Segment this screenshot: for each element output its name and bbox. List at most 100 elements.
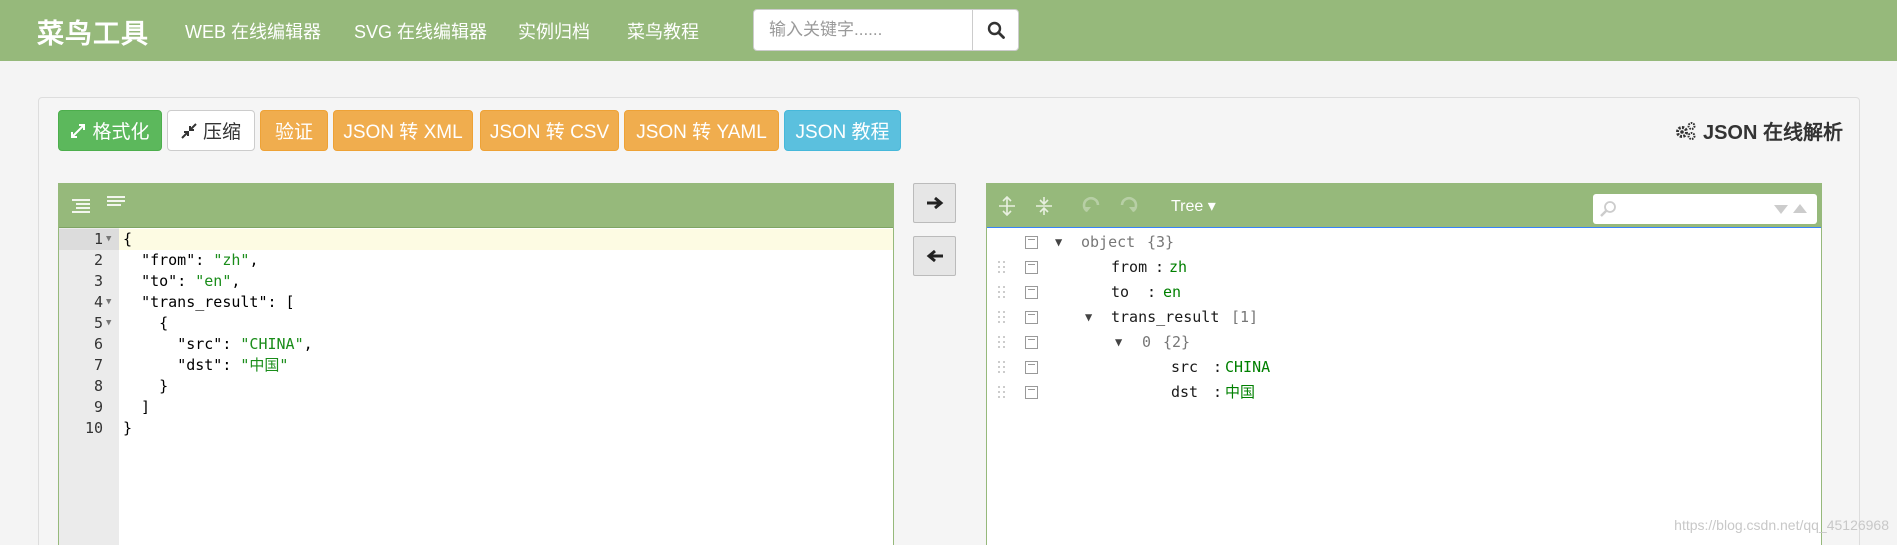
node-index: 0	[1142, 333, 1152, 351]
context-menu-button[interactable]	[1025, 386, 1038, 399]
drag-handle-icon[interactable]	[997, 385, 1007, 399]
compact-lines-icon[interactable]	[106, 195, 126, 211]
node-count: {2}	[1163, 333, 1191, 351]
node-separator: :	[1213, 358, 1223, 376]
fold-arrow-icon[interactable]: ▼	[106, 313, 111, 334]
format-label: 格式化	[92, 122, 150, 143]
line-number: 2	[93, 251, 103, 269]
node-key[interactable]: from	[1111, 255, 1147, 279]
search-box	[753, 9, 1019, 51]
code-line: 9 ]	[59, 397, 893, 418]
line-number: 5	[93, 314, 103, 332]
tree-search-box[interactable]	[1593, 194, 1817, 224]
format-lines-icon[interactable]	[71, 197, 91, 215]
node-separator: :	[1147, 283, 1157, 301]
drag-handle-icon[interactable]	[997, 285, 1007, 299]
json-to-xml-button[interactable]: JSON 转 XML	[333, 110, 473, 151]
context-menu-button[interactable]	[1025, 311, 1038, 324]
drag-handle-icon[interactable]	[997, 360, 1007, 374]
line-number: 9	[93, 398, 103, 416]
context-menu-button[interactable]	[1025, 286, 1038, 299]
top-navbar: 菜鸟工具 WEB 在线编辑器 SVG 在线编辑器 实例归档 菜鸟教程	[0, 0, 1897, 61]
tree-node[interactable]: from : zh	[987, 255, 1821, 279]
search-icon	[987, 21, 1005, 39]
search-previous-icon[interactable]	[1792, 203, 1808, 215]
code-line: 1 ▼ {	[59, 229, 893, 250]
json-tutorial-label: JSON 教程	[795, 122, 890, 143]
node-value[interactable]: 中国	[1225, 380, 1255, 404]
json-tutorial-button[interactable]: JSON 教程	[784, 110, 901, 151]
search-icon	[1600, 201, 1616, 217]
fold-arrow-icon[interactable]: ▼	[106, 292, 111, 313]
context-menu-button[interactable]	[1025, 236, 1038, 249]
node-value[interactable]: CHINA	[1225, 355, 1270, 379]
nav-link-examples[interactable]: 实例归档	[518, 18, 590, 44]
tree-viewer[interactable]: Tree ▾ ▼ object {3} from : zh to: en ▼ …	[986, 183, 1822, 545]
search-button[interactable]	[972, 10, 1019, 50]
search-input[interactable]	[754, 10, 972, 50]
node-key[interactable]: src	[1171, 355, 1198, 379]
node-value[interactable]: zh	[1169, 255, 1187, 279]
code-line: 2 "from": "zh",	[59, 250, 893, 271]
search-next-icon[interactable]	[1773, 203, 1789, 215]
code-text: "trans_result": [	[141, 293, 295, 311]
undo-icon[interactable]	[1081, 195, 1103, 217]
context-menu-button[interactable]	[1025, 261, 1038, 274]
collapse-arrow-icon[interactable]: ▼	[1085, 305, 1092, 329]
expand-all-icon[interactable]	[997, 196, 1017, 216]
drag-handle-icon[interactable]	[997, 260, 1007, 274]
line-number: 10	[84, 419, 103, 437]
panel-title-text: JSON 在线解析	[1702, 122, 1843, 144]
drag-handle-icon[interactable]	[997, 310, 1007, 324]
json-to-csv-button[interactable]: JSON 转 CSV	[480, 110, 619, 151]
expand-icon	[71, 123, 86, 138]
nav-link-web-editor[interactable]: WEB 在线编辑器	[185, 18, 321, 44]
json-to-yaml-button[interactable]: JSON 转 YAML	[624, 110, 779, 151]
watermark: https://blog.csdn.net/qq_45126968	[1674, 517, 1889, 533]
context-menu-button[interactable]	[1025, 361, 1038, 374]
node-type-label: object	[1081, 233, 1136, 251]
compress-icon	[181, 122, 197, 139]
line-number: 8	[93, 377, 103, 395]
node-key[interactable]: to	[1111, 280, 1129, 304]
tree-node[interactable]: src : CHINA	[987, 355, 1821, 379]
node-value[interactable]: en	[1163, 280, 1181, 304]
drag-handle-icon[interactable]	[997, 335, 1007, 349]
context-menu-button[interactable]	[1025, 336, 1038, 349]
code-editor[interactable]: 1 ▼ { 2 "from": "zh", 3 "to": "en", 4 ▼ …	[58, 183, 894, 545]
copy-to-tree-button[interactable]	[913, 183, 956, 223]
json-to-xml-label: JSON 转 XML	[343, 122, 463, 143]
tree-node[interactable]: dst : 中国	[987, 380, 1821, 404]
redo-icon[interactable]	[1117, 195, 1139, 217]
node-key[interactable]: dst	[1171, 380, 1198, 404]
compress-button[interactable]: 压缩	[167, 110, 255, 151]
node-key[interactable]: trans_result	[1111, 305, 1219, 329]
nav-link-tutorial[interactable]: 菜鸟教程	[627, 18, 699, 44]
tree-node[interactable]: to : en	[987, 280, 1821, 304]
validate-button[interactable]: 验证	[260, 110, 328, 151]
node-count: {3}	[1147, 233, 1175, 251]
tree-node-root[interactable]: ▼ object {3}	[987, 230, 1821, 254]
arrow-right-icon	[926, 196, 943, 210]
json-to-csv-label: JSON 转 CSV	[489, 122, 610, 143]
code-text: "to": "en",	[141, 272, 241, 290]
code-text: ]	[123, 398, 151, 416]
line-number: 6	[93, 335, 103, 353]
collapse-arrow-icon[interactable]: ▼	[1055, 230, 1062, 254]
gears-icon	[1675, 121, 1696, 140]
collapse-all-icon[interactable]	[1034, 196, 1054, 216]
line-number: 4	[93, 293, 103, 311]
copy-to-editor-button[interactable]	[913, 236, 956, 276]
collapse-arrow-icon[interactable]: ▼	[1115, 330, 1122, 354]
tree-mode-dropdown[interactable]: Tree ▾	[1171, 196, 1216, 216]
node-separator: :	[1155, 258, 1165, 276]
fold-arrow-icon[interactable]: ▼	[106, 229, 111, 250]
tree-node[interactable]: ▼ trans_result [1]	[987, 305, 1821, 329]
tree-node[interactable]: ▼ 0 {2}	[987, 330, 1821, 354]
format-button[interactable]: 格式化	[58, 110, 162, 151]
brand-logo[interactable]: 菜鸟工具	[37, 12, 149, 51]
code-text: }	[123, 377, 169, 395]
code-line: 7 "dst": "中国"	[59, 355, 893, 376]
nav-link-svg-editor[interactable]: SVG 在线编辑器	[354, 18, 487, 44]
json-to-yaml-label: JSON 转 YAML	[636, 122, 767, 143]
